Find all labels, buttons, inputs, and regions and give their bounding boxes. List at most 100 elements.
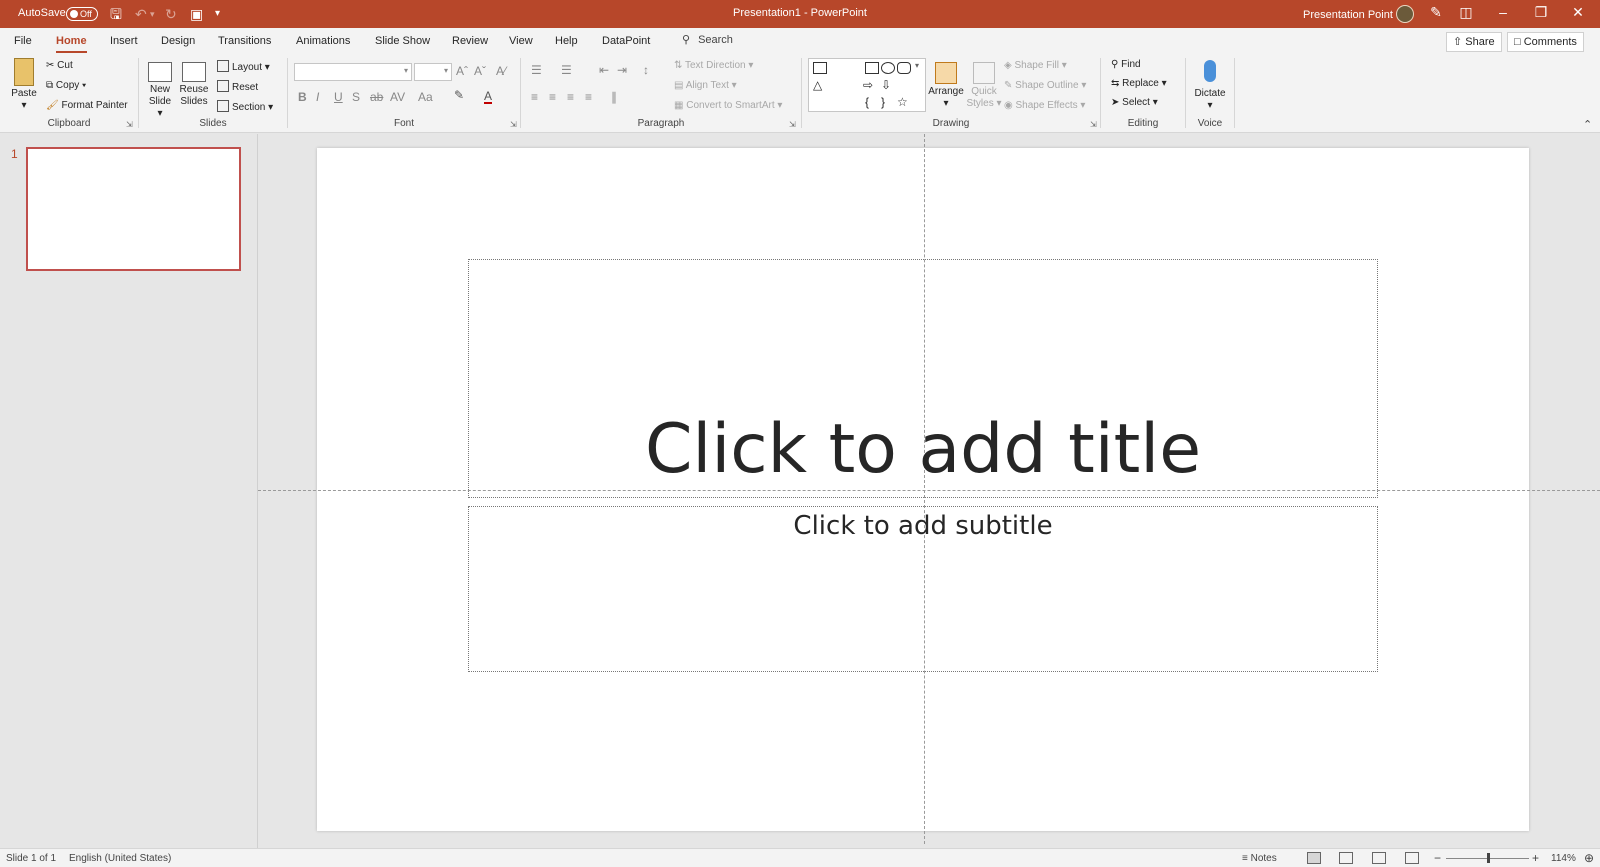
- normal-view-icon[interactable]: [1307, 852, 1321, 864]
- select-button[interactable]: ➤ Select ▾: [1111, 97, 1158, 108]
- language-status[interactable]: English (United States): [69, 853, 171, 864]
- font-launcher-icon[interactable]: ⇲: [510, 120, 517, 129]
- slide-thumbnail[interactable]: [26, 147, 241, 271]
- zoom-level[interactable]: 114%: [1551, 853, 1576, 864]
- clipboard-launcher-icon[interactable]: ⇲: [126, 120, 133, 129]
- tab-slide-show[interactable]: Slide Show: [375, 35, 430, 47]
- slide-sorter-view-icon[interactable]: [1339, 852, 1353, 864]
- triangle-shape-icon[interactable]: △: [813, 78, 822, 92]
- decrease-font-icon[interactable]: Aˇ: [474, 64, 486, 78]
- font-size-combo[interactable]: ▾: [414, 63, 452, 81]
- paste-button[interactable]: Paste ▾: [8, 58, 40, 112]
- increase-font-icon[interactable]: Aˆ: [456, 64, 468, 78]
- quick-styles-button[interactable]: Quick Styles ▾: [966, 58, 1002, 110]
- copy-button[interactable]: ⧉ Copy ▾: [46, 80, 86, 91]
- find-button[interactable]: ⚲ Find: [1111, 59, 1141, 70]
- brace-shape-icon[interactable]: {: [865, 95, 869, 109]
- tab-file[interactable]: File: [14, 35, 32, 47]
- brace-close-shape-icon[interactable]: }: [881, 95, 885, 109]
- drawing-launcher-icon[interactable]: ⇲: [1090, 120, 1097, 129]
- shadow-icon[interactable]: S: [352, 90, 360, 104]
- tab-insert[interactable]: Insert: [110, 35, 138, 47]
- arrange-button[interactable]: Arrange ▾: [928, 58, 964, 110]
- close-icon[interactable]: ✕: [1568, 4, 1588, 21]
- zoom-out-icon[interactable]: −: [1434, 851, 1441, 865]
- section-button[interactable]: Section ▾: [217, 100, 273, 113]
- decrease-indent-icon[interactable]: ⇤: [599, 63, 609, 77]
- tab-animations[interactable]: Animations: [296, 35, 350, 47]
- change-case-icon[interactable]: Aa: [418, 90, 433, 104]
- shapes-gallery[interactable]: △ ⇨ ⇩ { } ☆ ▾: [808, 58, 926, 112]
- oval-shape-icon[interactable]: [881, 62, 895, 74]
- tab-home[interactable]: Home: [56, 35, 87, 53]
- tab-review[interactable]: Review: [452, 35, 488, 47]
- cut-button[interactable]: ✂ Cut: [46, 60, 73, 71]
- align-text-button[interactable]: ▤ Align Text ▾: [674, 80, 737, 91]
- slide-show-view-icon[interactable]: [1405, 852, 1419, 864]
- columns-icon[interactable]: ∥: [611, 90, 617, 104]
- restore-icon[interactable]: ❐: [1531, 4, 1551, 21]
- shape-fill-button[interactable]: ◈ Shape Fill ▾: [1004, 60, 1067, 71]
- search-box[interactable]: ⚲ Search: [682, 33, 733, 46]
- layout-button[interactable]: Layout ▾: [217, 60, 270, 73]
- bold-icon[interactable]: B: [298, 90, 307, 104]
- avatar[interactable]: [1396, 5, 1414, 23]
- star-shape-icon[interactable]: ☆: [897, 95, 908, 109]
- share-button[interactable]: ⇧ Share: [1446, 32, 1502, 52]
- tab-help[interactable]: Help: [555, 35, 578, 47]
- search-icon: ⚲: [682, 34, 691, 46]
- font-color-icon[interactable]: A: [484, 90, 493, 104]
- voice-group: Dictate ▾ Voice: [1186, 54, 1234, 133]
- zoom-in-icon[interactable]: +: [1532, 851, 1539, 865]
- reuse-slides-button[interactable]: Reuse Slides: [179, 58, 209, 108]
- new-slide-button[interactable]: New Slide ▾: [145, 58, 175, 120]
- bullets-icon[interactable]: ☰: [531, 63, 542, 77]
- collapse-ribbon-icon[interactable]: ⌃: [1583, 118, 1592, 131]
- strikethrough-icon[interactable]: ab: [370, 90, 383, 104]
- tab-view[interactable]: View: [509, 35, 533, 47]
- underline-icon[interactable]: U: [334, 90, 343, 104]
- notes-button[interactable]: ≡ Notes: [1242, 853, 1277, 864]
- subtitle-placeholder[interactable]: Click to add subtitle: [468, 506, 1378, 672]
- increase-indent-icon[interactable]: ⇥: [617, 63, 627, 77]
- line-spacing-icon[interactable]: ↕: [643, 63, 649, 77]
- replace-button[interactable]: ⇆ Replace ▾: [1111, 78, 1167, 89]
- font-name-combo[interactable]: ▾: [294, 63, 412, 81]
- fit-to-window-icon[interactable]: ⊕: [1584, 851, 1594, 865]
- justify-icon[interactable]: ≡: [585, 90, 592, 104]
- minimize-icon[interactable]: –: [1493, 4, 1513, 20]
- tab-datapoint[interactable]: DataPoint: [602, 35, 650, 47]
- zoom-slider-thumb[interactable]: [1487, 853, 1490, 863]
- slides-group-label: Slides: [199, 118, 227, 129]
- reading-view-icon[interactable]: [1372, 852, 1386, 864]
- user-name[interactable]: Presentation Point: [1303, 9, 1393, 21]
- comments-button[interactable]: □ Comments: [1507, 32, 1584, 52]
- paragraph-launcher-icon[interactable]: ⇲: [789, 120, 796, 129]
- align-left-icon[interactable]: ≡: [531, 90, 538, 104]
- title-placeholder[interactable]: Click to add title: [468, 259, 1378, 498]
- text-direction-button[interactable]: ⇅ Text Direction ▾: [674, 60, 753, 71]
- rounded-rectangle-shape-icon[interactable]: [897, 62, 911, 74]
- arrow-shape-icon[interactable]: ⇨: [863, 78, 873, 92]
- character-spacing-icon[interactable]: AV: [390, 90, 405, 104]
- pen-icon[interactable]: ✎: [1426, 4, 1446, 21]
- rectangle-shape-icon[interactable]: [865, 62, 879, 74]
- align-center-icon[interactable]: ≡: [549, 90, 556, 104]
- align-right-icon[interactable]: ≡: [567, 90, 574, 104]
- format-painter-button[interactable]: 🖌 Format Painter: [46, 100, 128, 111]
- tab-transitions[interactable]: Transitions: [218, 35, 271, 47]
- tab-design[interactable]: Design: [161, 35, 195, 47]
- reset-button[interactable]: Reset: [217, 80, 258, 93]
- down-arrow-shape-icon[interactable]: ⇩: [881, 78, 891, 92]
- shape-effects-button[interactable]: ◉ Shape Effects ▾: [1004, 100, 1085, 111]
- italic-icon[interactable]: I: [316, 90, 319, 104]
- convert-smartart-button[interactable]: ▦ Convert to SmartArt ▾: [674, 100, 782, 111]
- ribbon-display-options-icon[interactable]: ◫: [1456, 4, 1476, 21]
- shape-outline-button[interactable]: ✎ Shape Outline ▾: [1004, 80, 1086, 91]
- numbering-icon[interactable]: ☰: [561, 63, 572, 77]
- highlight-icon[interactable]: ✎: [454, 88, 464, 102]
- clear-formatting-icon[interactable]: A⁄: [496, 64, 506, 78]
- gallery-more-icon[interactable]: ▾: [915, 61, 919, 70]
- text-box-shape-icon[interactable]: [813, 62, 827, 74]
- dictate-button[interactable]: Dictate ▾: [1190, 58, 1230, 112]
